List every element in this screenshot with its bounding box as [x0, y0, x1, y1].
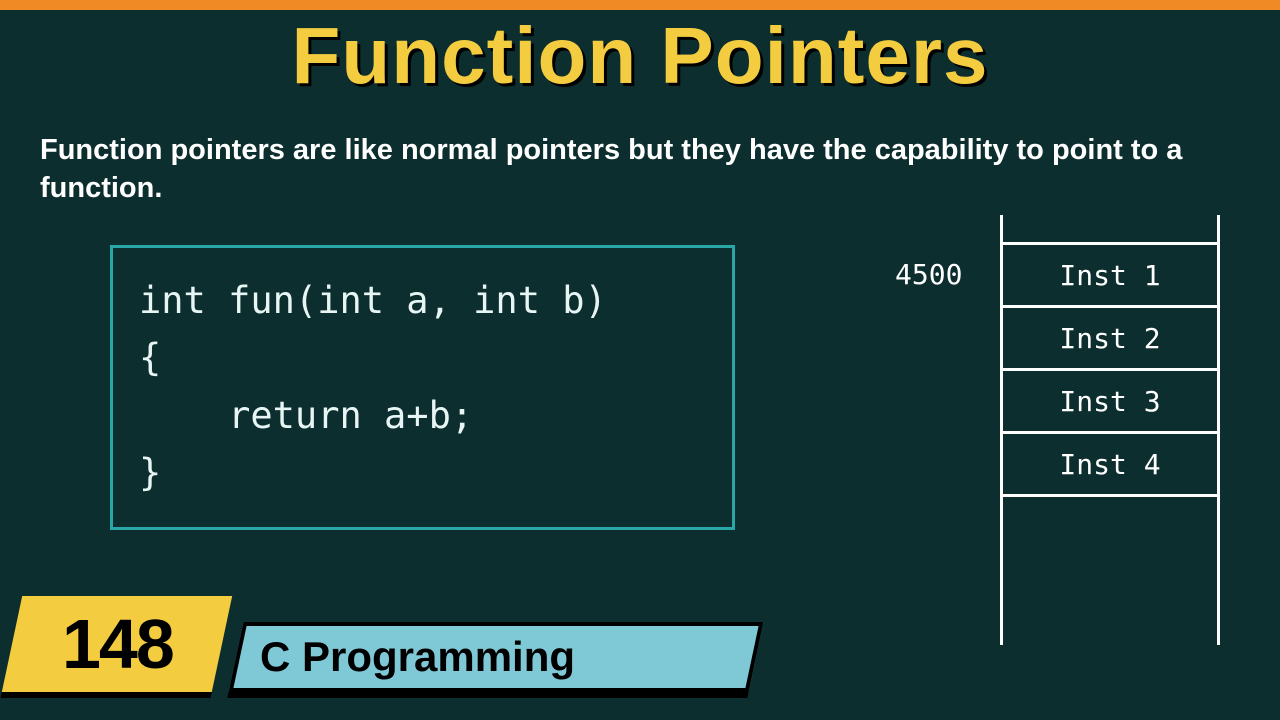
memory-cell: Inst 3: [1000, 368, 1220, 434]
slide-description: Function pointers are like normal pointe…: [40, 132, 1240, 207]
memory-cell-label: Inst 4: [1059, 448, 1160, 481]
course-topic: C Programming: [260, 633, 575, 681]
code-block: int fun(int a, int b) { return a+b; }: [110, 245, 735, 530]
memory-diagram: Inst 1 Inst 2 Inst 3 Inst 4: [1000, 215, 1220, 497]
top-rule: [0, 0, 1280, 10]
memory-cell: Inst 2: [1000, 305, 1220, 371]
slide-title: Function Pointers: [0, 10, 1280, 102]
lesson-number-banner: 148: [2, 596, 232, 692]
memory-cell-label: Inst 3: [1059, 385, 1160, 418]
memory-address-label: 4500: [895, 258, 962, 291]
memory-rail-left: [1000, 215, 1003, 645]
memory-cell: Inst 4: [1000, 431, 1220, 497]
lesson-number: 148: [62, 604, 173, 684]
course-topic-banner: C Programming: [229, 622, 764, 692]
memory-cell-label: Inst 1: [1059, 259, 1160, 292]
memory-cell: Inst 1: [1000, 242, 1220, 308]
memory-rail-right: [1217, 215, 1220, 645]
memory-cell-label: Inst 2: [1059, 322, 1160, 355]
